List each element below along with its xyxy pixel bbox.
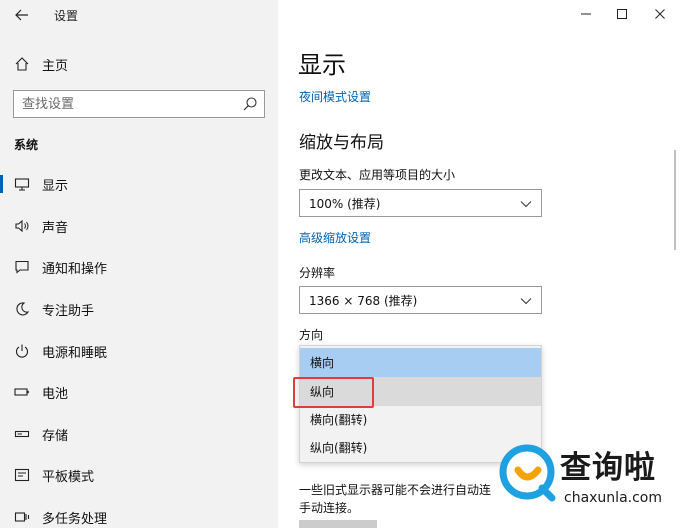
multitask-icon <box>14 509 30 525</box>
home-nav-item[interactable]: 主页 <box>14 53 68 75</box>
storage-icon <box>14 426 30 442</box>
scale-select[interactable]: 100% (推荐) <box>299 189 542 217</box>
orientation-option-landscape-flipped[interactable]: 横向(翻转) <box>300 405 541 434</box>
tablet-icon <box>14 467 30 483</box>
sidebar-item-battery[interactable]: 电池 <box>0 374 278 410</box>
sidebar-item-sound[interactable]: 声音 <box>0 208 278 244</box>
sidebar-item-storage[interactable]: 存储 <box>0 416 278 452</box>
sidebar-item-label: 多任务处理 <box>42 511 108 527</box>
chevron-down-icon <box>520 298 532 305</box>
advanced-scaling-link[interactable]: 高级缩放设置 <box>299 229 371 246</box>
watermark: 查询啦 chaxunla.com <box>498 440 680 520</box>
detect-button[interactable] <box>299 520 377 528</box>
sidebar-item-label: 电池 <box>42 386 69 402</box>
power-icon <box>14 343 30 359</box>
sidebar-item-notifications[interactable]: 通知和操作 <box>0 249 278 285</box>
sidebar-item-label: 声音 <box>42 220 69 236</box>
resolution-select[interactable]: 1366 × 768 (推荐) <box>299 286 542 314</box>
message-icon <box>14 259 30 275</box>
home-label: 主页 <box>42 58 69 74</box>
scale-select-value: 100% (推荐) <box>309 196 381 211</box>
selection-indicator <box>0 175 3 193</box>
sidebar-item-label: 存储 <box>42 428 69 444</box>
orientation-option-landscape[interactable]: 横向 <box>300 348 541 377</box>
titlebar-left: 设置 <box>0 0 278 30</box>
watermark-logo-icon <box>499 444 556 502</box>
text-size-label: 更改文本、应用等项目的大小 <box>299 168 456 182</box>
search-icon[interactable] <box>242 96 258 112</box>
sidebar: 设置 主页 系统 显示 声音 通知和操作 专注助手 <box>0 0 278 528</box>
maximize-icon <box>617 9 627 19</box>
sidebar-item-label: 显示 <box>42 178 69 194</box>
sidebar-item-power-sleep[interactable]: 电源和睡眠 <box>0 333 278 369</box>
monitor-icon <box>14 176 30 192</box>
minimize-icon <box>581 13 591 15</box>
sidebar-item-label: 专注助手 <box>42 303 95 319</box>
moon-icon <box>14 301 30 317</box>
annotation-highlight-box <box>293 377 374 408</box>
sidebar-item-display[interactable]: 显示 <box>0 166 278 202</box>
back-button[interactable] <box>12 5 32 25</box>
maximize-button[interactable] <box>608 4 636 24</box>
search-box[interactable] <box>13 90 265 118</box>
watermark-text-cn: 查询啦 <box>560 450 656 486</box>
resolution-select-value: 1366 × 768 (推荐) <box>309 293 418 308</box>
scale-layout-heading: 缩放与布局 <box>299 133 384 153</box>
watermark-text-en: chaxunla.com <box>564 490 662 506</box>
sidebar-item-label: 电源和睡眠 <box>42 345 108 361</box>
minimize-button[interactable] <box>572 4 600 24</box>
close-button[interactable] <box>646 4 674 24</box>
app-title: 设置 <box>54 9 79 23</box>
scrollbar[interactable] <box>674 150 676 250</box>
home-icon <box>14 56 30 72</box>
close-icon <box>655 9 665 19</box>
speaker-icon <box>14 218 30 234</box>
resolution-label: 分辨率 <box>299 266 336 280</box>
back-arrow-icon <box>15 9 28 21</box>
sidebar-item-label: 平板模式 <box>42 469 95 485</box>
battery-icon <box>14 384 30 400</box>
sidebar-item-tablet-mode[interactable]: 平板模式 <box>0 457 278 493</box>
chevron-down-icon <box>520 201 532 208</box>
sidebar-item-multitasking[interactable]: 多任务处理 <box>0 499 278 528</box>
section-title-system: 系统 <box>14 138 39 152</box>
page-title: 显示 <box>298 51 346 79</box>
search-input[interactable] <box>14 91 229 117</box>
sidebar-item-focus-assist[interactable]: 专注助手 <box>0 291 278 327</box>
sidebar-item-label: 通知和操作 <box>42 261 108 277</box>
orientation-label: 方向 <box>299 328 324 342</box>
night-light-settings-link[interactable]: 夜间模式设置 <box>299 88 371 105</box>
